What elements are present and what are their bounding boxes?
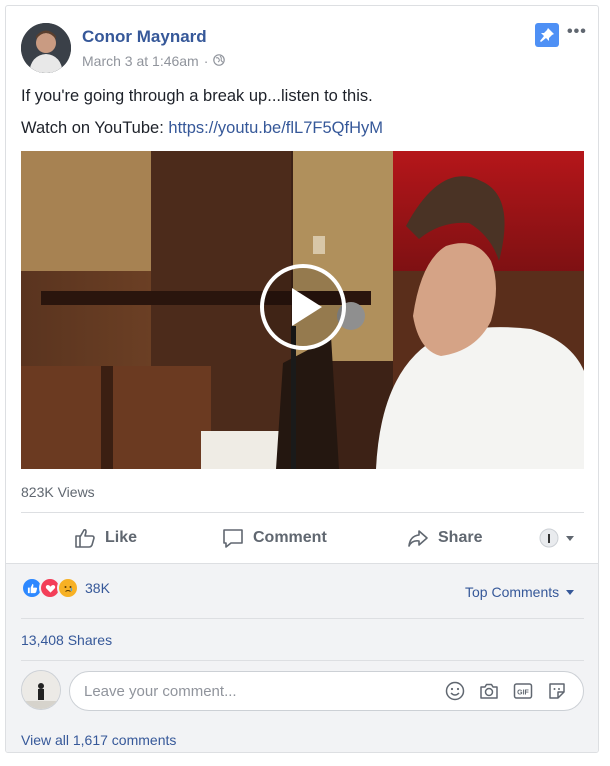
svg-text:GIF: GIF [517,690,529,697]
divider [21,660,584,661]
action-bar: Like Comment Share [21,516,584,560]
more-options-icon[interactable]: ••• [567,23,587,41]
post-timestamp[interactable]: March 3 at 1:46am [82,53,199,69]
emoji-icon[interactable] [445,681,465,701]
play-button-icon[interactable] [273,267,359,353]
reaction-summary[interactable]: 38K [21,577,110,599]
divider [21,618,584,619]
reaction-count: 38K [85,580,110,596]
camera-icon[interactable] [479,681,499,701]
sad-reaction-icon [57,577,79,599]
thumbs-up-icon [75,528,95,548]
comment-button[interactable]: Comment [221,516,327,560]
views-count: 823K Views [21,484,95,500]
globe-icon [213,53,226,69]
comment-label: Comment [253,529,327,546]
divider [21,512,584,513]
top-comments-label: Top Comments [465,584,560,600]
meta-separator: · [203,53,209,69]
like-button[interactable]: Like [73,516,137,560]
share-arrow-icon [408,530,428,547]
comment-tools: GIF [445,681,567,701]
commenter-avatar [21,670,61,710]
youtube-link[interactable]: https://youtu.be/flL7F5QfHyM [168,119,383,137]
post-youtube-line: Watch on YouTube: https://youtu.be/flL7F… [21,119,383,138]
caret-down-icon [566,590,575,595]
caret-down-icon [566,536,574,541]
pin-icon[interactable] [535,23,559,47]
shares-count[interactable]: 13,408 Shares [21,632,112,648]
comment-icon [223,529,243,548]
share-label: Share [438,529,483,546]
sticker-icon[interactable] [547,681,567,701]
share-button[interactable]: Share [406,516,482,560]
top-comments-dropdown[interactable]: Top Comments [465,584,575,600]
post-meta: March 3 at 1:46am · [82,53,226,69]
view-all-comments-link[interactable]: View all 1,617 comments [21,732,176,748]
profile-avatar-icon [539,528,559,548]
post-card: Conor Maynard March 3 at 1:46am · ••• If… [5,5,599,753]
youtube-prefix: Watch on YouTube: [21,119,169,137]
gif-icon[interactable]: GIF [513,681,533,701]
post-text: If you're going through a break up...lis… [21,87,373,105]
author-avatar[interactable] [21,23,71,73]
react-as-selector[interactable] [539,516,576,560]
author-name[interactable]: Conor Maynard [82,27,207,47]
like-label: Like [105,529,138,546]
video-player[interactable] [21,151,584,469]
post-footer: 38K Top Comments 13,408 Shares GIF View … [6,563,598,752]
